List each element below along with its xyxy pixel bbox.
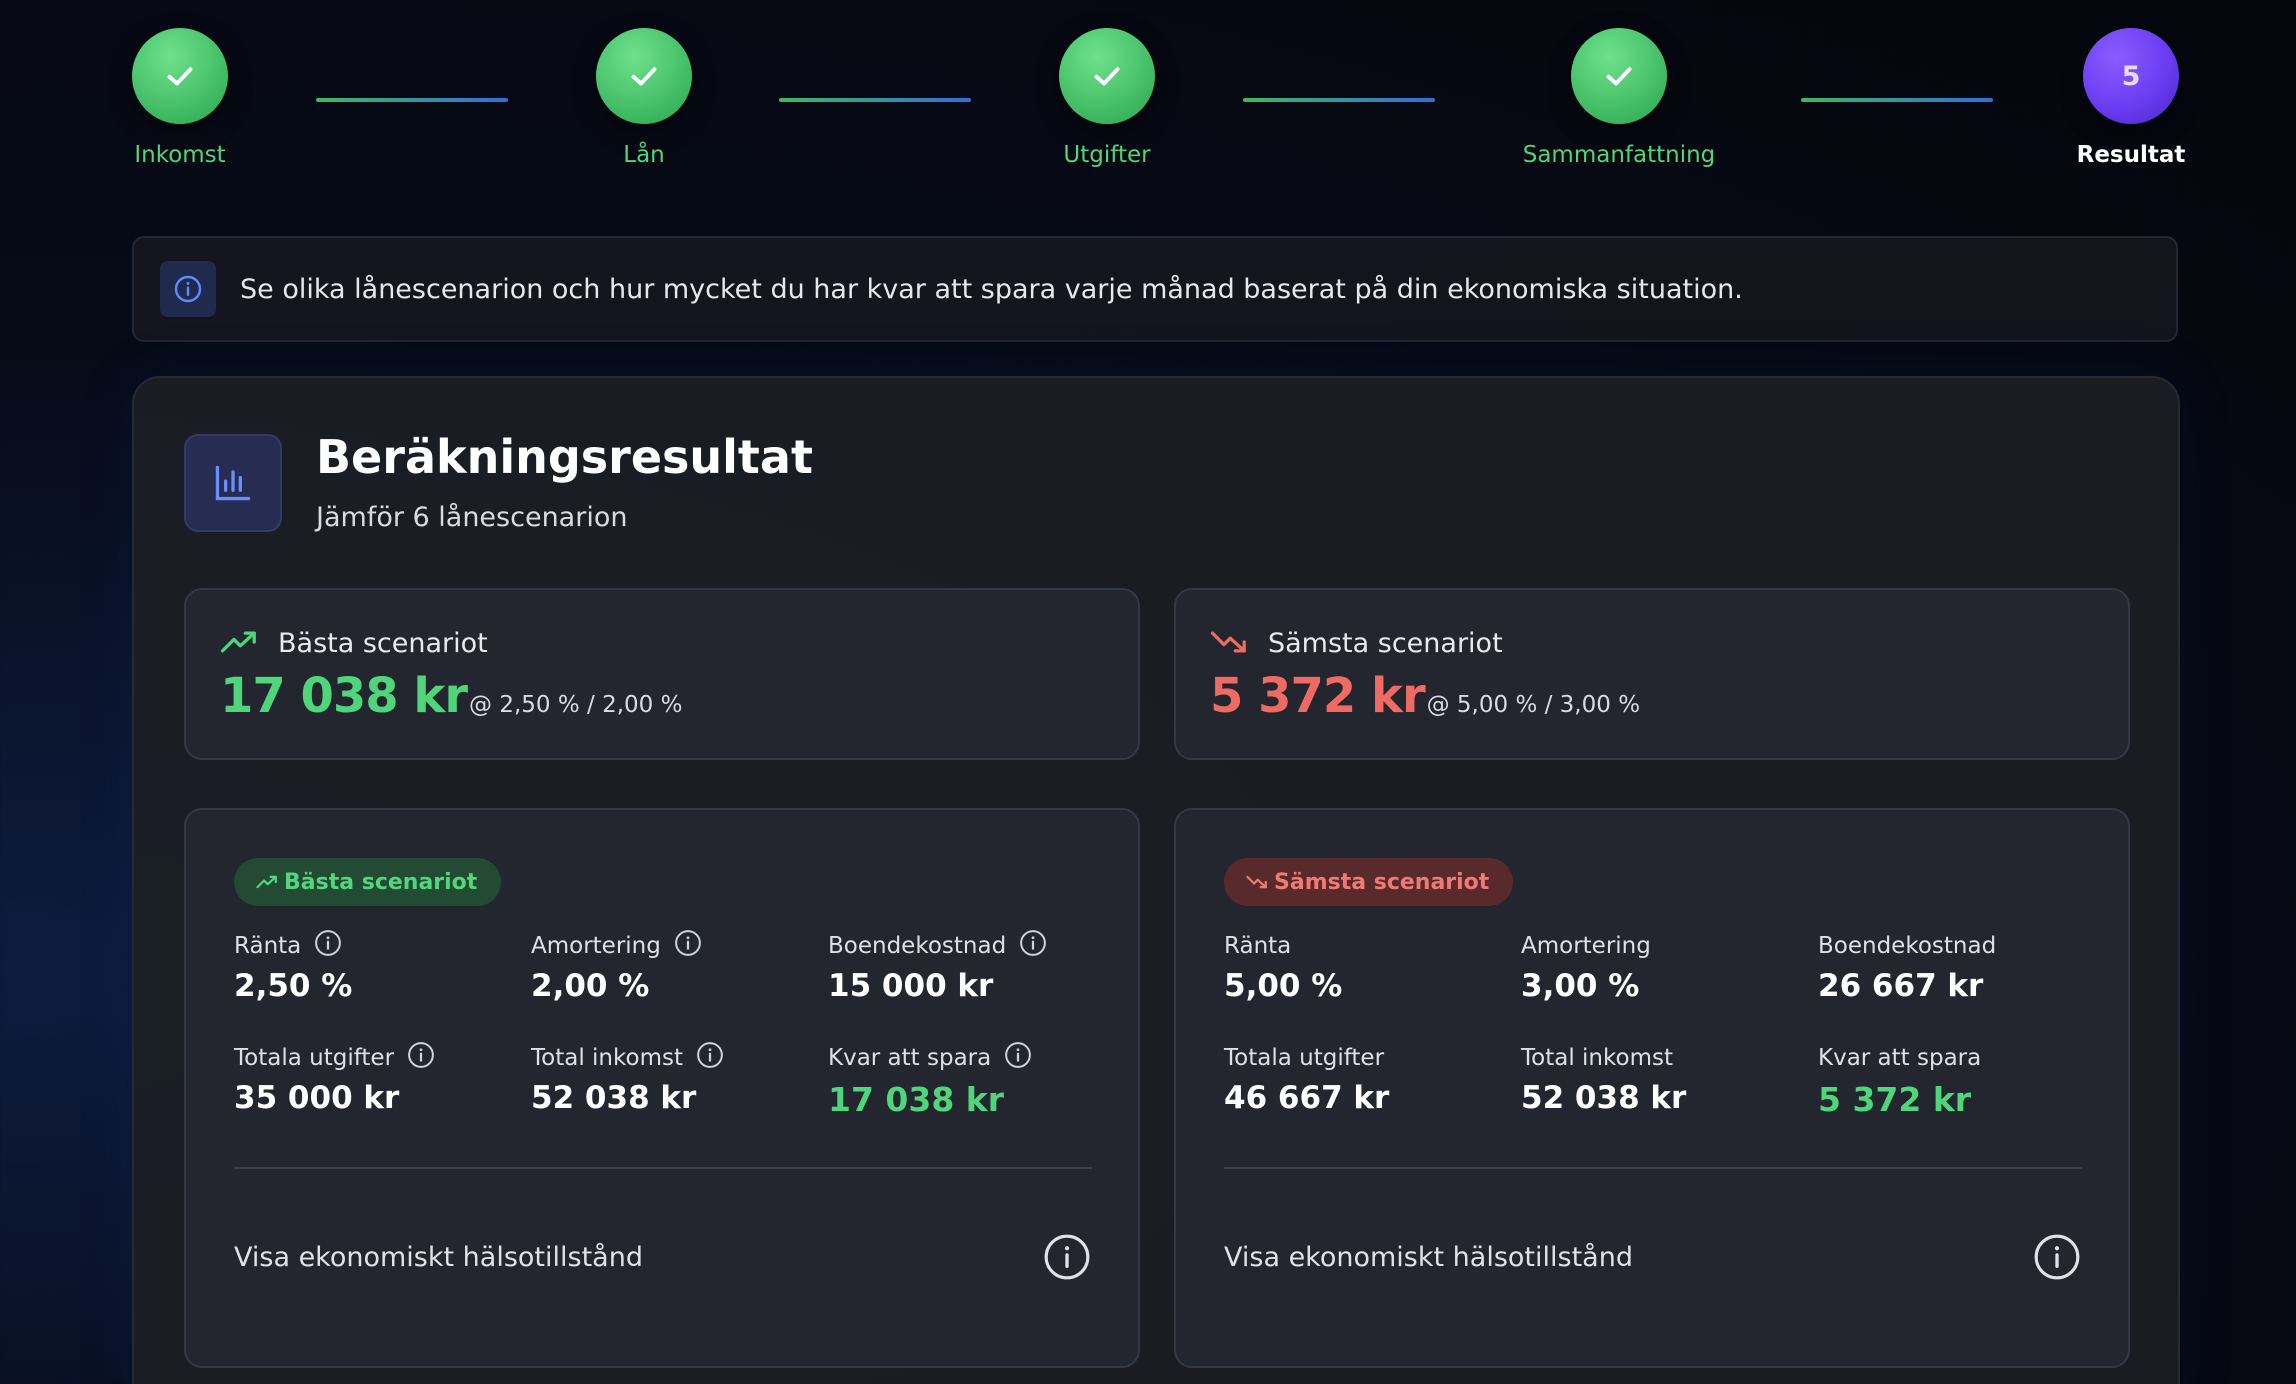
step-label: Lån — [623, 142, 665, 168]
info-icon[interactable] — [1003, 1040, 1033, 1076]
step-sammanfattning[interactable]: Sammanfattning — [1489, 28, 1749, 168]
metric-kvar-att-spara: Kvar att spara 17 038 kr — [828, 1042, 1033, 1119]
metric-label: Kvar att spara — [828, 1045, 992, 1071]
metric-label: Amortering — [531, 933, 661, 959]
metric-value: 5 372 kr — [1818, 1080, 1972, 1119]
info-banner: Se olika lånescenarion och hur mycket du… — [132, 236, 2178, 342]
info-icon — [160, 261, 216, 317]
info-icon[interactable] — [695, 1040, 725, 1076]
check-icon — [596, 28, 692, 124]
step-inkomst[interactable]: Inkomst — [50, 28, 310, 168]
metric-label: Amortering — [1521, 933, 1651, 959]
progress-stepper: Inkomst Lån Utgifter Sammanfattning 5 Re… — [0, 0, 2296, 200]
metric-value: 15 000 kr — [828, 968, 994, 1004]
info-icon[interactable] — [313, 928, 343, 964]
step-resultat[interactable]: 5 Resultat — [2001, 28, 2261, 168]
metric-label: Ränta — [234, 933, 302, 959]
metric-boendekostnad: Boendekostnad 15 000 kr — [828, 930, 1048, 1004]
step-lan[interactable]: Lån — [514, 28, 774, 168]
step-number: 5 — [2083, 28, 2179, 124]
divider — [1224, 1167, 2082, 1169]
metric-ranta: Ränta 5,00 % — [1224, 930, 1342, 1004]
metric-value: 26 667 kr — [1818, 968, 1984, 1004]
best-scenario-summary: Bästa scenariot 17 038 kr @ 2,50 % / 2,0… — [184, 588, 1140, 760]
check-icon — [1571, 28, 1667, 124]
health-toggle-label[interactable]: Visa ekonomiskt hälsotillstånd — [234, 1242, 643, 1273]
step-connector — [1801, 98, 1993, 102]
worst-scenario-badge: Sämsta scenariot — [1224, 858, 1514, 906]
step-connector — [1243, 98, 1435, 102]
check-icon — [1059, 28, 1155, 124]
info-icon[interactable] — [406, 1040, 436, 1076]
metric-label: Total inkomst — [1521, 1045, 1673, 1071]
metric-total-inkomst: Total inkomst 52 038 kr — [1521, 1042, 1686, 1116]
worst-scenario-summary: Sämsta scenariot 5 372 kr @ 5,00 % / 3,0… — [1174, 588, 2130, 760]
results-panel: Beräkningsresultat Jämför 6 lånescenario… — [132, 376, 2180, 1384]
step-connector — [316, 98, 508, 102]
step-label: Sammanfattning — [1522, 142, 1716, 168]
metric-label: Totala utgifter — [234, 1045, 395, 1071]
metric-total-inkomst: Total inkomst 52 038 kr — [531, 1042, 725, 1116]
trending-down-icon — [1210, 629, 1248, 659]
step-label: Resultat — [2076, 142, 2186, 168]
check-icon — [132, 28, 228, 124]
info-icon[interactable] — [1018, 928, 1048, 964]
trending-up-icon — [220, 629, 258, 659]
bar-chart-icon — [184, 434, 282, 532]
metric-value: 35 000 kr — [234, 1080, 400, 1116]
step-connector — [779, 98, 971, 102]
metric-amortering: Amortering 3,00 % — [1521, 930, 1651, 1004]
best-scenario-badge: Bästa scenariot — [234, 858, 502, 906]
metric-value: 2,00 % — [531, 968, 650, 1004]
badge-label: Sämsta scenariot — [1274, 869, 1490, 895]
metric-boendekostnad: Boendekostnad 26 667 kr — [1818, 930, 1996, 1004]
summary-amount: 5 372 kr — [1210, 668, 1426, 724]
metric-label: Boendekostnad — [828, 933, 1007, 959]
best-scenario-card: Bästa scenariot Ränta 2,50 % Amortering … — [184, 808, 1140, 1368]
summary-title: Bästa scenariot — [278, 628, 488, 659]
metric-kvar-att-spara: Kvar att spara 5 372 kr — [1818, 1042, 1981, 1119]
info-icon[interactable] — [1042, 1232, 1092, 1286]
summary-amount: 17 038 kr — [220, 668, 468, 724]
summary-rates: @ 5,00 % / 3,00 % — [1426, 692, 1641, 718]
metric-value: 2,50 % — [234, 968, 353, 1004]
metric-label: Ränta — [1224, 933, 1292, 959]
metric-value: 5,00 % — [1224, 968, 1343, 1004]
metric-value: 52 038 kr — [1521, 1080, 1687, 1116]
page-subtitle: Jämför 6 lånescenarion — [316, 502, 628, 533]
metric-value: 17 038 kr — [828, 1080, 1005, 1119]
metric-label: Total inkomst — [531, 1045, 683, 1071]
metric-totala-utgifter: Totala utgifter 35 000 kr — [234, 1042, 436, 1116]
metric-label: Kvar att spara — [1818, 1045, 1982, 1071]
metric-amortering: Amortering 2,00 % — [531, 930, 703, 1004]
metric-ranta: Ränta 2,50 % — [234, 930, 352, 1004]
trending-down-icon — [1246, 875, 1267, 889]
badge-label: Bästa scenariot — [284, 869, 478, 895]
page-title: Beräkningsresultat — [316, 430, 813, 484]
summary-rates: @ 2,50 % / 2,00 % — [469, 692, 683, 718]
metric-value: 52 038 kr — [531, 1080, 697, 1116]
trending-up-icon — [256, 875, 277, 889]
step-label: Inkomst — [134, 142, 226, 168]
metric-label: Boendekostnad — [1818, 933, 1997, 959]
metric-value: 46 667 kr — [1224, 1080, 1390, 1116]
info-icon[interactable] — [673, 928, 703, 964]
metric-value: 3,00 % — [1521, 968, 1640, 1004]
summary-title: Sämsta scenariot — [1268, 628, 1503, 659]
health-toggle-label[interactable]: Visa ekonomiskt hälsotillstånd — [1224, 1242, 1633, 1273]
info-icon[interactable] — [2032, 1232, 2082, 1286]
metric-totala-utgifter: Totala utgifter 46 667 kr — [1224, 1042, 1389, 1116]
metric-label: Totala utgifter — [1224, 1045, 1385, 1071]
step-label: Utgifter — [1063, 142, 1151, 168]
step-utgifter[interactable]: Utgifter — [977, 28, 1237, 168]
divider — [234, 1167, 1092, 1169]
worst-scenario-card: Sämsta scenariot Ränta 5,00 % Amortering… — [1174, 808, 2130, 1368]
info-text: Se olika lånescenarion och hur mycket du… — [240, 273, 1743, 305]
